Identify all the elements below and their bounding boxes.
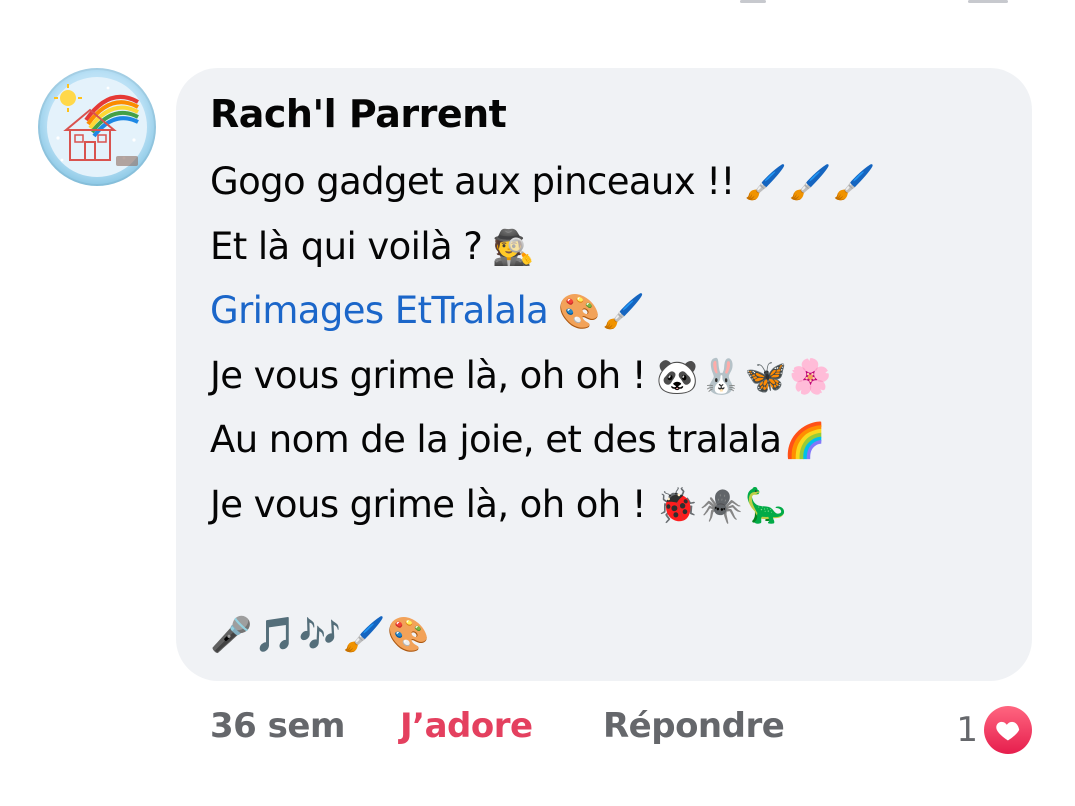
comment-body: Gogo gadget aux pinceaux !! 🖌️🖌️🖌️ Et là … xyxy=(210,150,1010,666)
music-icon: 🎤🎵🎶🖌️🎨 xyxy=(210,614,432,655)
top-divider-left xyxy=(740,0,766,3)
reply-button[interactable]: Répondre xyxy=(603,706,785,746)
comment-line: Grimages EtTralala 🎨🖌️ xyxy=(210,279,1010,344)
line-text: Et là qui voilà ? xyxy=(210,224,483,268)
line-text: Je vous grime là, oh oh ! xyxy=(210,353,647,397)
top-divider-right xyxy=(968,0,1008,3)
heart-reaction-icon xyxy=(984,706,1032,754)
reaction-summary[interactable]: 1 xyxy=(956,706,1032,754)
line-text: Gogo gadget aux pinceaux !! xyxy=(210,160,735,203)
comment-blank-line xyxy=(210,537,1010,602)
reaction-count: 1 xyxy=(956,710,978,750)
paintbrush-icon: 🖌️🖌️🖌️ xyxy=(744,163,878,203)
page-mention-link[interactable]: Grimages EtTralala xyxy=(210,289,549,332)
like-button[interactable]: J’adore xyxy=(400,706,533,746)
comment-timestamp[interactable]: 36 sem xyxy=(210,706,345,746)
detective-icon: 🕵️ xyxy=(492,227,537,268)
comment-line: 🎤🎵🎶🖌️🎨 xyxy=(210,602,1010,667)
comment-screen: Rach'l Parrent Gogo gadget aux pinceaux … xyxy=(0,0,1075,806)
line-text: Je vous grime là, oh oh ! xyxy=(210,482,647,526)
comment-line: Gogo gadget aux pinceaux !! 🖌️🖌️🖌️ xyxy=(210,150,1010,215)
palette-icon: 🎨🖌️ xyxy=(558,292,647,332)
line-text: Au nom de la joie, et des tralala xyxy=(210,418,782,461)
comment-line: Au nom de la joie, et des tralala🌈 xyxy=(210,408,1010,473)
comment-line: Je vous grime là, oh oh ! 🐼🐰🦋🌸 xyxy=(210,344,1010,409)
rainbow-icon: 🌈 xyxy=(783,421,828,461)
comment-footer: 36 sem J’adore Répondre 1 xyxy=(210,706,1040,756)
animals-icon: 🐼🐰🦋🌸 xyxy=(656,356,834,397)
avatar[interactable] xyxy=(38,68,156,186)
comment-line: Je vous grime là, oh oh ! 🐞🕷️🦕 xyxy=(210,473,1010,538)
creatures-icon: 🐞🕷️🦕 xyxy=(656,485,790,526)
avatar-image xyxy=(47,77,147,177)
comment-line: Et là qui voilà ? 🕵️ xyxy=(210,215,1010,280)
comment-author[interactable]: Rach'l Parrent xyxy=(210,92,507,136)
